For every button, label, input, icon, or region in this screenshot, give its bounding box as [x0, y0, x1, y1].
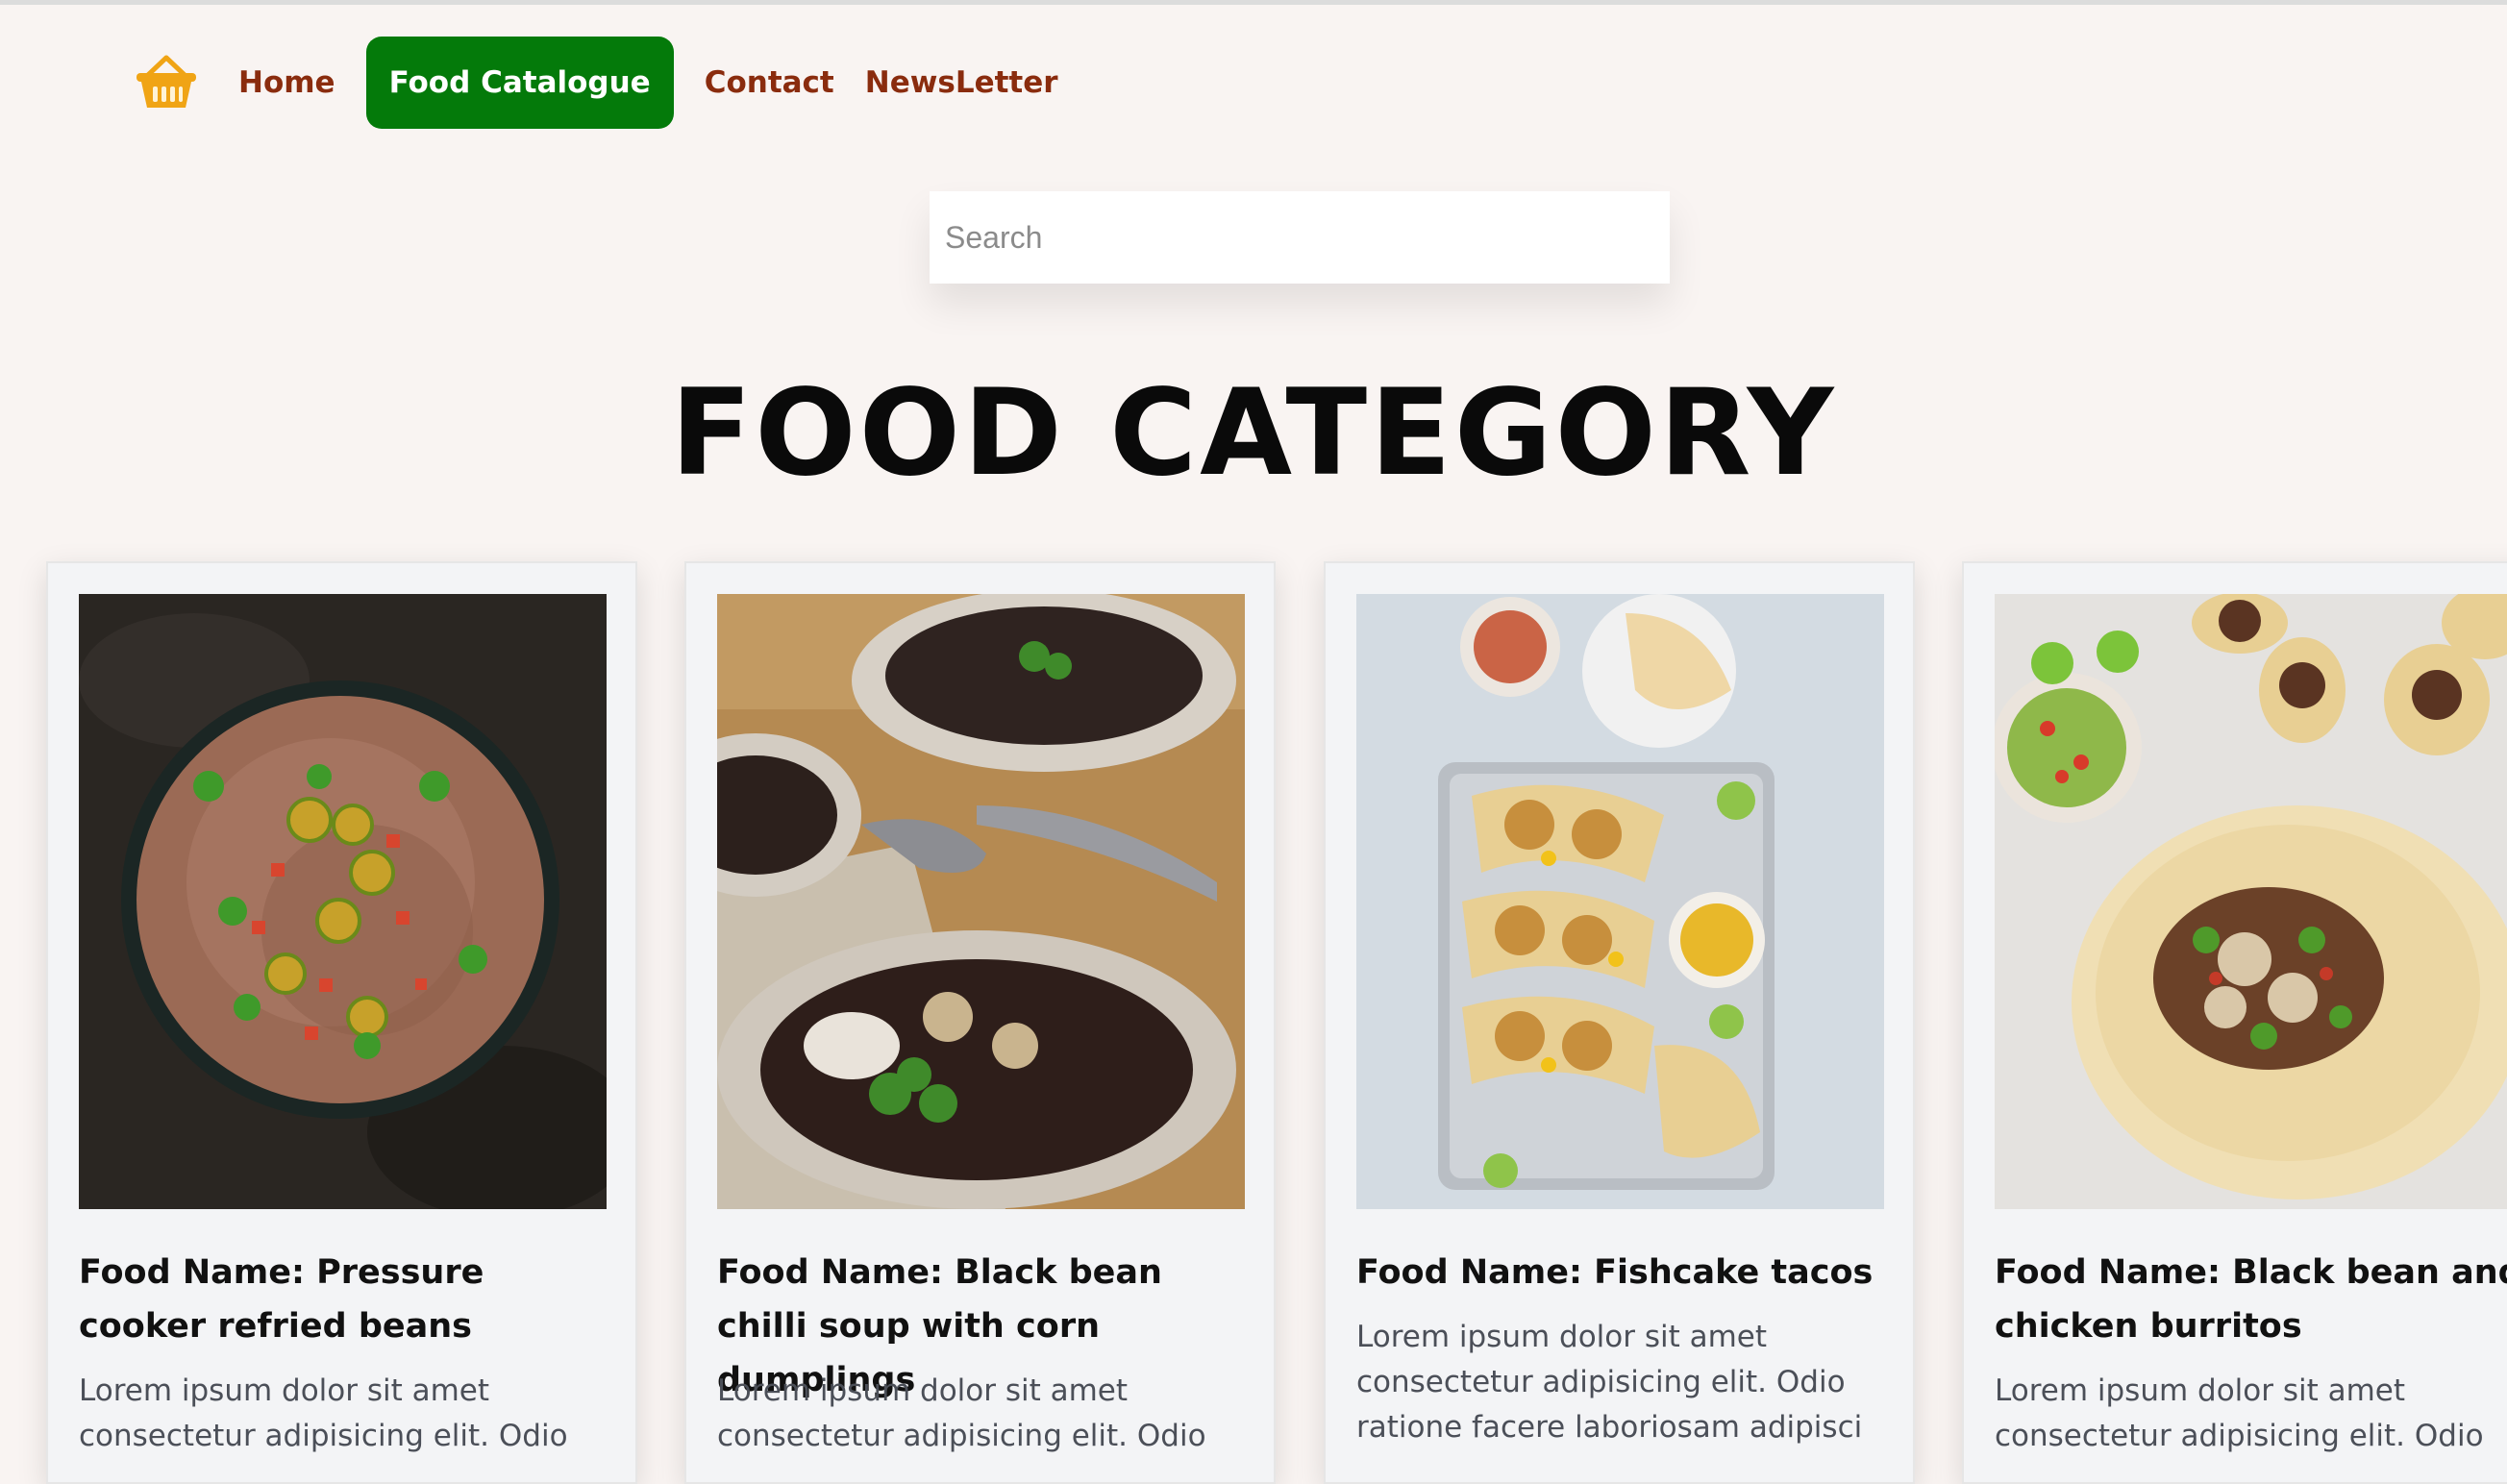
- basket-icon[interactable]: [135, 54, 198, 111]
- food-name: Food Name: Pressure cooker refried beans: [79, 1253, 484, 1346]
- food-name: Food Name: Fishcake tacos: [1356, 1253, 1874, 1292]
- top-border: [0, 0, 2507, 5]
- nav-newsletter-link[interactable]: NewsLetter: [865, 65, 1058, 100]
- nav-contact-link[interactable]: Contact: [705, 65, 834, 100]
- food-description: Lorem ipsum dolor sit amet consectetur a…: [1356, 1320, 1863, 1445]
- page-title: FOOD CATEGORY: [670, 364, 1837, 503]
- refried-beans-image: [79, 594, 607, 1209]
- food-name: Food Name: Black bean and chicken burrit…: [1995, 1253, 2507, 1346]
- food-description: Lorem ipsum dolor sit amet consectetur a…: [79, 1373, 568, 1453]
- food-card[interactable]: Food Name: Black bean and chicken burrit…: [1962, 561, 2507, 1484]
- food-card[interactable]: Food Name: Black bean chilli soup with c…: [684, 561, 1276, 1484]
- main-nav: Home Food Catalogue Contact NewsLetter: [135, 37, 1058, 129]
- food-card[interactable]: Food Name: Fishcake tacos Lorem ipsum do…: [1324, 561, 1915, 1484]
- fishcake-tacos-image: [1356, 594, 1884, 1209]
- food-description: Lorem ipsum dolor sit amet consectetur a…: [1995, 1373, 2484, 1453]
- food-description: Lorem ipsum dolor sit amet consectetur a…: [717, 1373, 1206, 1453]
- food-card[interactable]: Food Name: Pressure cooker refried beans…: [46, 561, 637, 1484]
- black-bean-soup-image: [717, 594, 1245, 1209]
- burritos-image: [1995, 594, 2507, 1209]
- nav-food-catalogue-link[interactable]: Food Catalogue: [365, 37, 674, 129]
- search-input[interactable]: [930, 191, 1670, 284]
- nav-home-link[interactable]: Home: [238, 65, 335, 100]
